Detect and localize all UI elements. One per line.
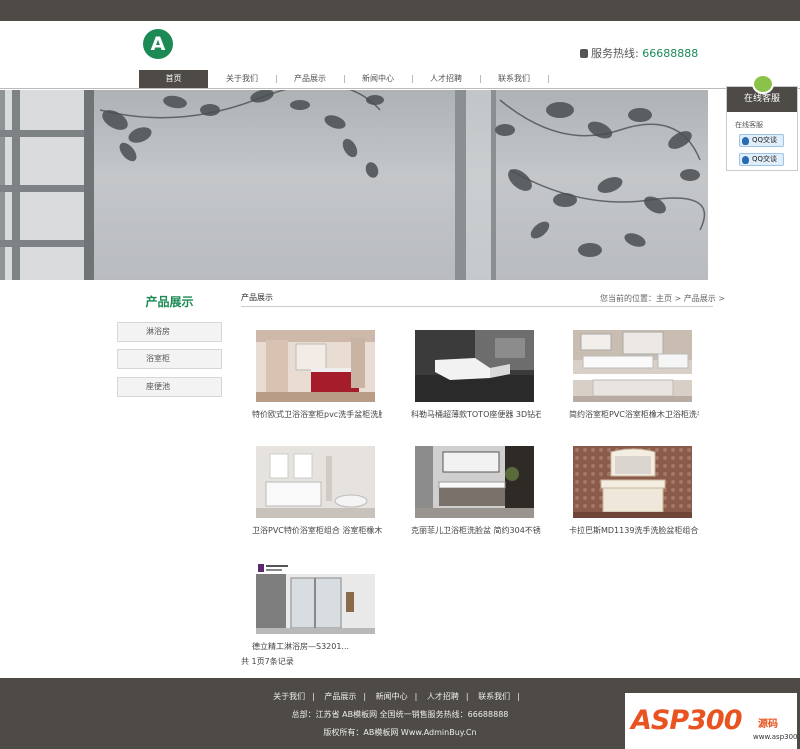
qq-chat-label: QQ交谈 <box>752 136 778 144</box>
qq-chat-button[interactable]: QQ交谈 <box>739 134 784 147</box>
sidebar-item-bathroom-cabinet[interactable]: 浴室柜 <box>117 349 222 369</box>
nav-item-home[interactable]: 首页 <box>139 70 208 88</box>
chat-bubble-icon <box>752 74 774 94</box>
section-divider <box>241 306 713 307</box>
watermark-brand: ASP300 <box>631 705 742 736</box>
product-image[interactable] <box>573 330 692 402</box>
nav-item-news[interactable]: 新闻中心 <box>344 70 412 88</box>
footer-link-contact[interactable]: 联系我们 <box>478 692 510 701</box>
nav-item-jobs[interactable]: 人才招聘 <box>412 70 480 88</box>
footer-separator: | <box>517 692 520 701</box>
hotline-label: 服务热线: <box>591 47 639 60</box>
hotline-number: 66688888 <box>642 47 699 60</box>
product-image[interactable] <box>256 330 375 402</box>
product-image[interactable] <box>256 562 375 634</box>
product-caption[interactable]: 卡拉巴斯MD1139洗手洗脸盆柜组合 实... <box>569 525 699 536</box>
footer-separator: | <box>465 692 469 701</box>
main-nav: 首页 关于我们 产品展示 新闻中心 人才招聘 联系我们 <box>0 70 800 89</box>
phone-icon <box>580 49 588 58</box>
product-image[interactable] <box>415 446 534 518</box>
site-logo[interactable]: A <box>143 29 173 59</box>
nav-item-products[interactable]: 产品展示 <box>276 70 344 88</box>
header: A 服务热线: 66688888 <box>0 21 800 70</box>
watermark-tag: 源码 <box>758 719 778 730</box>
product-caption[interactable]: 卫浴PVC特价浴室柜组合 浴室柜橡木卫... <box>252 525 382 536</box>
footer-link-jobs[interactable]: 人才招聘 <box>427 692 459 701</box>
section-title: 产品展示 <box>241 293 273 302</box>
sidebar-item-toilet[interactable]: 座便池 <box>117 377 222 397</box>
product-caption[interactable]: 克丽菲儿卫浴柜洗脸盆 简约304不锈钢... <box>411 525 541 536</box>
product-card[interactable]: 科勒马桶超薄款TOTO座便器 3D钻石坐 ... <box>405 330 541 425</box>
product-card[interactable]: 卡拉巴斯MD1139洗手洗脸盆柜组合 实... <box>563 446 699 541</box>
product-card[interactable]: 简约浴室柜PVC浴室柜橡木卫浴柜洗手... <box>563 330 699 425</box>
footer-separator: | <box>312 692 315 701</box>
logo-letter: A <box>150 33 166 55</box>
footer-link-news[interactable]: 新闻中心 <box>376 692 408 701</box>
watermark-site: www.asp300.com <box>753 733 800 741</box>
hero-banner <box>0 90 708 280</box>
product-caption[interactable]: 特价欧式卫浴浴室柜pvc洗手盆柜洗脸... <box>252 409 382 420</box>
footer-separator: | <box>414 692 418 701</box>
banner-image <box>0 90 706 280</box>
qq-icon <box>742 156 749 164</box>
product-card[interactable]: 德立精工淋浴房—S3201... <box>246 562 381 657</box>
qq-chat-label: QQ交谈 <box>752 155 778 163</box>
product-caption[interactable]: 简约浴室柜PVC浴室柜橡木卫浴柜洗手... <box>569 409 699 420</box>
qq-chat-button[interactable]: QQ交谈 <box>739 153 784 166</box>
pagination-info: 共 1页7条记录 <box>241 657 294 666</box>
nav-item-contact[interactable]: 联系我们 <box>480 70 548 88</box>
product-caption[interactable]: 科勒马桶超薄款TOTO座便器 3D钻石坐 ... <box>411 409 541 420</box>
qq-icon <box>742 137 749 145</box>
product-card[interactable]: 特价欧式卫浴浴室柜pvc洗手盆柜洗脸... <box>246 330 382 425</box>
product-card[interactable]: 卫浴PVC特价浴室柜组合 浴室柜橡木卫... <box>246 446 382 541</box>
hotline: 服务热线: 66688888 <box>580 45 698 61</box>
sidebar-item-shower-room[interactable]: 淋浴房 <box>117 322 222 342</box>
nav-item-about[interactable]: 关于我们 <box>208 70 276 88</box>
watermark-logo: ASP300 源码 www.asp300.com <box>625 693 800 749</box>
product-image[interactable] <box>415 330 534 402</box>
footer-separator: | <box>363 692 367 701</box>
product-image[interactable] <box>256 446 375 518</box>
product-image[interactable] <box>573 446 692 518</box>
online-service-panel: 在线客服 在线客服 QQ交谈 QQ交谈 <box>726 74 798 171</box>
product-card[interactable]: 克丽菲儿卫浴柜洗脸盆 简约304不锈钢... <box>405 446 541 541</box>
breadcrumb[interactable]: 您当前的位置：主页 > 产品展示 > <box>600 293 725 304</box>
top-bar <box>0 0 800 21</box>
footer-link-products[interactable]: 产品展示 <box>324 692 356 701</box>
nav-separator <box>548 75 549 83</box>
service-label: 在线客服 <box>735 121 763 129</box>
sidebar-title: 产品展示 <box>145 295 194 309</box>
product-caption[interactable]: 德立精工淋浴房—S3201... <box>252 641 382 652</box>
footer-link-about[interactable]: 关于我们 <box>273 692 305 701</box>
